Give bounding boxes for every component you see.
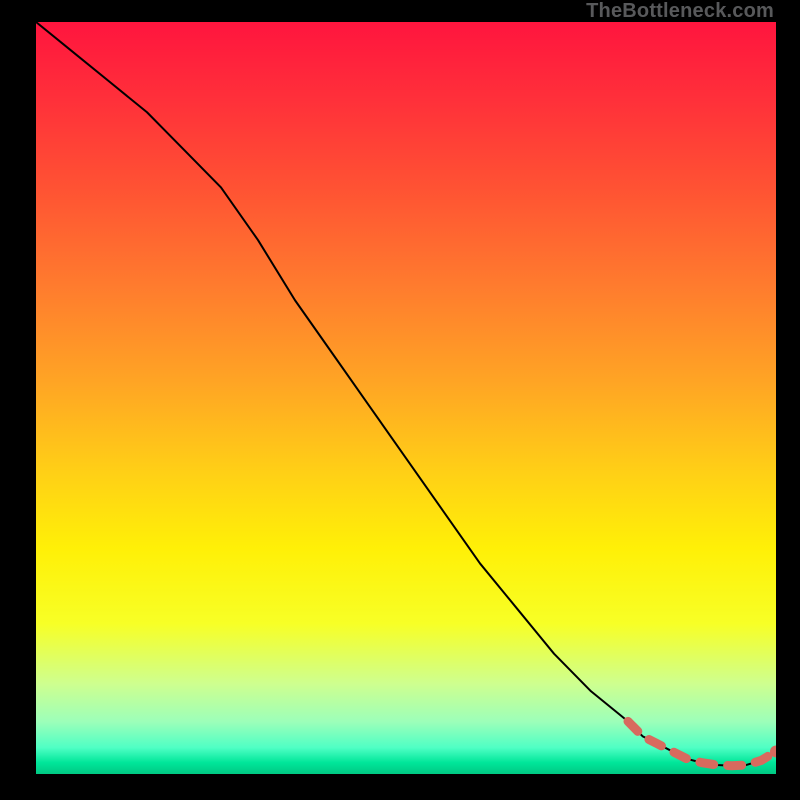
plot-area bbox=[36, 22, 776, 774]
gradient-background bbox=[36, 22, 776, 774]
chart-container: { "watermark": "TheBottleneck.com", "gra… bbox=[0, 0, 800, 800]
chart-svg bbox=[36, 22, 776, 774]
watermark-text: TheBottleneck.com bbox=[586, 0, 774, 23]
